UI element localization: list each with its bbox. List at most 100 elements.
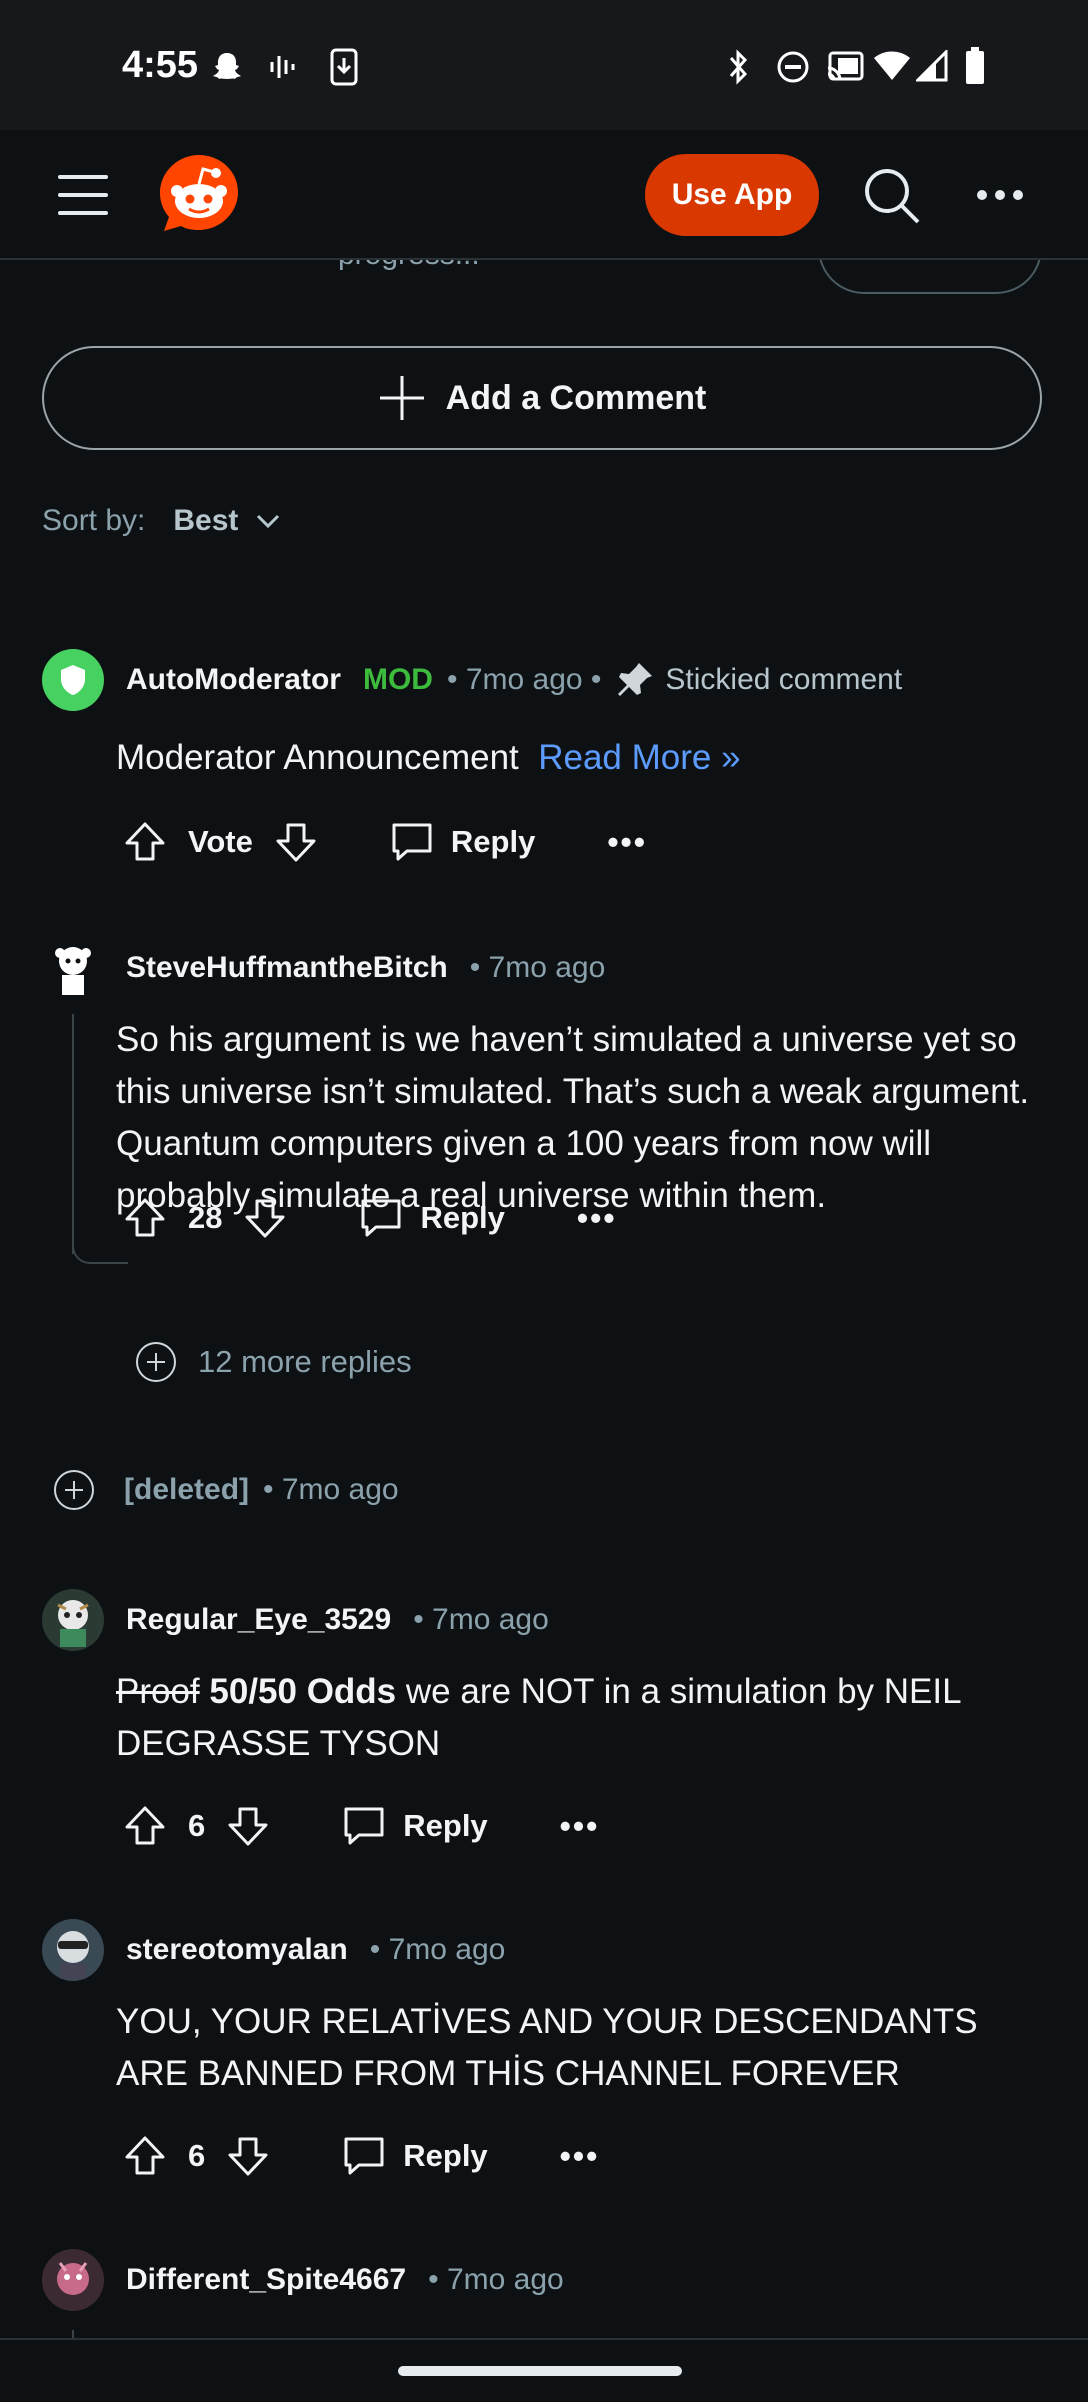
more-options-icon[interactable]: [975, 188, 1025, 202]
plus-icon: [379, 376, 424, 420]
reply-button[interactable]: Reply: [360, 1198, 505, 1238]
expand-icon[interactable]: [54, 1470, 94, 1510]
more-actions-icon[interactable]: •••: [577, 1200, 617, 1237]
comment-actions: Vote Reply •••: [124, 812, 647, 872]
wifi-icon: [874, 51, 910, 80]
reply-label: Reply: [450, 824, 536, 859]
more-replies-button[interactable]: 12 more replies: [136, 1342, 412, 1382]
comment-meta: • 7mo ago: [263, 1473, 399, 1506]
reply-label: Reply: [403, 2138, 488, 2173]
more-replies-label: 12 more replies: [198, 1344, 412, 1379]
comment-bubble-icon: [361, 1199, 401, 1237]
home-indicator[interactable]: [398, 2366, 682, 2376]
comment-body: Moderator Announcement Read More »: [116, 732, 1036, 784]
comment-strike-text: Proof: [116, 1672, 200, 1711]
reply-button[interactable]: Reply: [391, 822, 535, 862]
user-avatar-icon: [57, 1931, 89, 1979]
comment-meta: • 7mo ago: [469, 951, 606, 984]
vote-control: 6: [124, 1805, 269, 1847]
vote-control: 28: [124, 1197, 286, 1239]
sound-wave-icon: [270, 56, 295, 78]
comment-author: [deleted]: [124, 1473, 250, 1506]
default-avatar-icon: [55, 947, 91, 995]
reply-label: Reply: [420, 1200, 505, 1235]
comment-actions: 28 Reply •••: [124, 1188, 617, 1248]
sort-dropdown[interactable]: Best: [173, 504, 280, 538]
downvote-icon[interactable]: [227, 1805, 269, 1847]
vote-score: 28: [188, 1200, 223, 1235]
user-avatar-icon: [57, 2262, 89, 2295]
partial-content-above: progress...: [0, 260, 1088, 300]
comment-text: Moderator Announcement: [116, 738, 519, 777]
avatar[interactable]: [42, 937, 104, 999]
upvote-icon[interactable]: [124, 1805, 166, 1847]
comment-body: YOU, YOUR RELATİVES AND YOUR DESCENDANTS…: [116, 2002, 978, 2093]
reply-button[interactable]: Reply: [343, 2136, 488, 2176]
top-navigation-bar: Use App: [0, 130, 1088, 260]
reply-label: Reply: [403, 1808, 488, 1843]
comment-author[interactable]: AutoModerator: [126, 663, 341, 697]
avatar[interactable]: [42, 1589, 104, 1651]
thread-connector: [72, 1238, 128, 1264]
comment-actions: 6 Reply •••: [124, 2126, 599, 2186]
vote-control: 6: [124, 2135, 269, 2177]
mod-badge: MOD: [362, 663, 433, 696]
avatar[interactable]: [42, 649, 104, 711]
reddit-logo-icon[interactable]: [156, 151, 242, 237]
more-actions-icon[interactable]: •••: [560, 2138, 600, 2175]
add-comment-button[interactable]: Add a Comment: [42, 346, 1042, 450]
comment-author[interactable]: SteveHuffmantheBitch: [126, 951, 448, 985]
downvote-icon[interactable]: [275, 821, 317, 863]
reply-button[interactable]: Reply: [343, 1806, 488, 1846]
status-bar: 4:55: [0, 0, 1088, 130]
add-comment-label: Add a Comment: [445, 378, 707, 417]
shield-icon: [61, 665, 85, 695]
signal-icon: [916, 50, 948, 82]
vote-label: Vote: [188, 824, 253, 859]
comment-body: Proof 50/50 Odds we are NOT in a simulat…: [116, 1666, 1036, 1770]
downvote-icon[interactable]: [244, 1197, 286, 1239]
sort-label: Sort by:: [42, 504, 146, 537]
snapchat-notification-icon: [213, 53, 241, 79]
vote-score: 6: [188, 1808, 206, 1843]
use-app-button[interactable]: Use App: [645, 154, 819, 236]
partial-button[interactable]: [818, 260, 1042, 294]
comment-bold-text: 50/50 Odds: [209, 1672, 397, 1711]
battery-icon: [966, 47, 984, 84]
comment-author[interactable]: Regular_Eye_3529: [126, 1603, 391, 1637]
thread-line[interactable]: [72, 1014, 74, 1254]
hamburger-menu-icon[interactable]: [58, 175, 108, 215]
chevron-down-icon: [257, 514, 280, 528]
pin-icon: [618, 663, 653, 696]
more-actions-icon[interactable]: •••: [560, 1808, 600, 1845]
avatar[interactable]: [42, 1919, 104, 1981]
avatar[interactable]: [42, 2249, 104, 2311]
vote-score: 6: [188, 2138, 206, 2173]
comment-actions: 6 Reply •••: [124, 1796, 599, 1856]
stickied-label: Stickied comment: [665, 663, 903, 696]
comment-bubble-icon: [344, 2137, 384, 2175]
status-time: 4:55: [122, 44, 199, 86]
sort-control: Sort by: Best: [42, 504, 280, 538]
do-not-disturb-icon: [777, 51, 809, 83]
search-icon[interactable]: [862, 166, 922, 226]
comment-meta: • 7mo ago: [413, 1603, 549, 1636]
read-more-link[interactable]: Read More »: [538, 738, 740, 777]
upvote-icon[interactable]: [124, 1197, 166, 1239]
bluetooth-icon: [729, 49, 748, 85]
upvote-icon[interactable]: [124, 2135, 166, 2177]
download-icon: [330, 48, 358, 86]
comment-meta: • 7mo ago: [428, 2263, 564, 2296]
partial-text: progress...: [338, 260, 480, 272]
comment-bubble-icon: [392, 823, 432, 861]
user-avatar-icon: [57, 1600, 89, 1647]
comment-author[interactable]: stereotomyalan: [126, 1933, 348, 1967]
comment-meta: • 7mo ago: [369, 1933, 506, 1966]
vote-control: Vote: [124, 821, 317, 863]
downvote-icon[interactable]: [227, 2135, 269, 2177]
comment-bubble-icon: [344, 1807, 384, 1845]
comment-meta: • 7mo ago •: [446, 663, 602, 696]
comment-author[interactable]: Different_Spite4667: [126, 2263, 406, 2297]
more-actions-icon[interactable]: •••: [607, 824, 647, 861]
upvote-icon[interactable]: [124, 821, 166, 863]
